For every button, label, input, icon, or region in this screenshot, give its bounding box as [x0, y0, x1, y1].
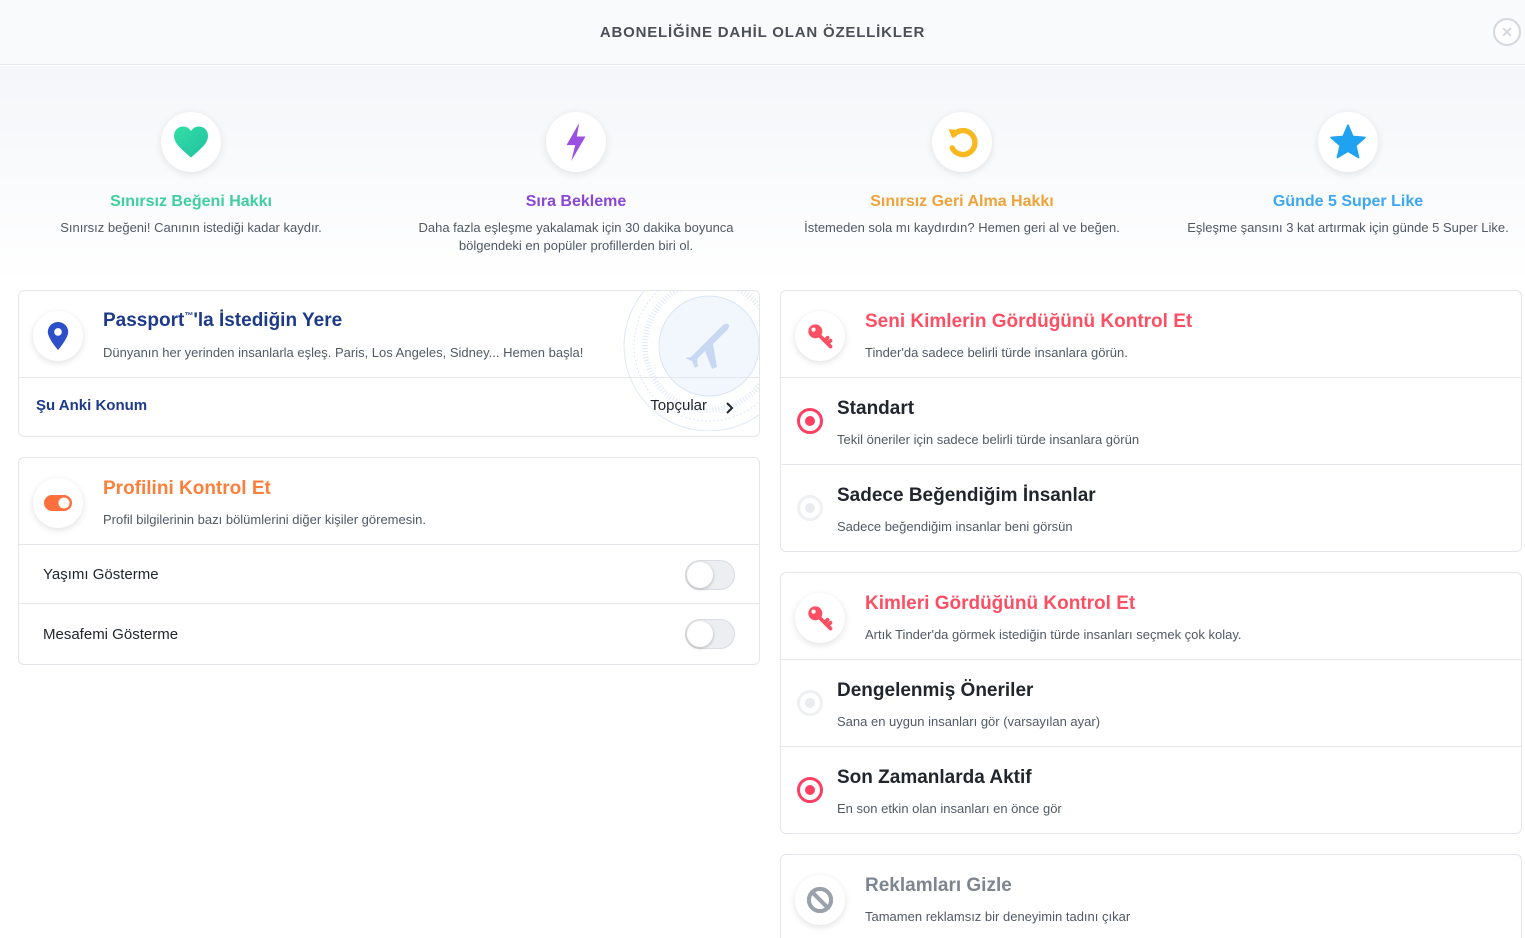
option-standard[interactable]: Standart Tekil öneriler için sadece beli…: [781, 378, 1521, 465]
feature-rewind: Sınırsız Geri Alma Hakkı İstemeden sola …: [777, 112, 1147, 237]
current-location-row[interactable]: Şu Anki Konum Topçular: [19, 378, 759, 436]
passport-header: Passport™'la İstediğin Yere Dünyanın her…: [19, 291, 759, 378]
hide-ads-card: Reklamları Gizle Tamamen reklamsız bir d…: [780, 854, 1522, 938]
feature-title: Sınırsız Beğeni Hakkı: [110, 193, 272, 210]
feature-super-like: Günde 5 Super Like Eşleşme şansını 3 kat…: [1163, 112, 1525, 237]
option-title: Son Zamanlarda Aktif: [837, 767, 1032, 788]
hide-age-label: Yaşımı Gösterme: [43, 566, 159, 583]
key-icon: [795, 311, 845, 361]
option-recently-active[interactable]: Son Zamanlarda Aktif En son etkin olan i…: [781, 747, 1521, 833]
option-title: Sadece Beğendiğim İnsanlar: [837, 485, 1096, 506]
radio-unselected-icon[interactable]: [797, 690, 823, 716]
feature-unlimited-likes: Sınırsız Beğeni Hakkı Sınırsız beğeni! C…: [6, 112, 376, 237]
page-title: ABONELİĞİNE DAHİL OLAN ÖZELLİKLER: [599, 23, 926, 41]
hide-distance-label: Mesafemi Gösterme: [43, 626, 179, 643]
option-title: Dengelenmiş Öneriler: [837, 680, 1034, 701]
close-icon: ✕: [1501, 23, 1513, 40]
profile-control-title: Profilini Kontrol Et: [103, 478, 271, 499]
profile-control-desc: Profil bilgilerinin bazı bölümlerini diğ…: [103, 512, 426, 527]
feature-boost: Sıra Bekleme Daha fazla eşleşme yakalama…: [391, 112, 761, 255]
option-balanced[interactable]: Dengelenmiş Öneriler Sana en uygun insan…: [781, 660, 1521, 747]
who-you-see-card: Kimleri Gördüğünü Kontrol Et Artık Tinde…: [780, 572, 1522, 834]
radio-unselected-icon[interactable]: [797, 495, 823, 521]
who-sees-you-header: Seni Kimlerin Gördüğünü Kontrol Et Tinde…: [781, 291, 1521, 378]
key-icon: [795, 593, 845, 643]
close-button[interactable]: ✕: [1493, 18, 1521, 46]
who-sees-you-card: Seni Kimlerin Gördüğünü Kontrol Et Tinde…: [780, 290, 1522, 552]
option-desc: En son etkin olan insanları en önce gör: [837, 801, 1062, 816]
header-bar: ABONELİĞİNE DAHİL OLAN ÖZELLİKLER ✕: [0, 0, 1525, 65]
feature-title: Günde 5 Super Like: [1272, 193, 1424, 210]
option-title: Standart: [837, 398, 915, 419]
option-desc: Sana en uygun insanları gör (varsayılan …: [837, 714, 1101, 729]
location-pin-icon: [33, 311, 83, 361]
hide-ads-desc: Tamamen reklamsız bir deneyimin tadını ç…: [865, 909, 1131, 924]
option-desc: Sadece beğendiğim insanlar beni görsün: [837, 519, 1073, 534]
feature-desc: Eşleşme şansını 3 kat artırmak için günd…: [1187, 220, 1509, 235]
who-sees-you-title: Seni Kimlerin Gördüğünü Kontrol Et: [865, 311, 1193, 332]
hide-age-row: Yaşımı Gösterme: [19, 545, 759, 604]
current-location-label: Şu Anki Konum: [36, 397, 148, 414]
hide-age-toggle[interactable]: [685, 560, 735, 590]
passport-title: Passport™'la İstediğin Yere: [103, 310, 343, 331]
profile-control-card: Profilini Kontrol Et Profil bilgilerinin…: [18, 457, 760, 665]
toggle-icon: [33, 478, 83, 528]
lightning-icon: [546, 112, 606, 172]
passport-desc: Dünyanın her yerinden insanlarla eşleş. …: [103, 345, 584, 360]
who-you-see-title: Kimleri Gördüğünü Kontrol Et: [865, 593, 1136, 614]
hide-distance-row: Mesafemi Gösterme: [19, 604, 759, 664]
who-you-see-desc: Artık Tinder'da görmek istediğin türde i…: [865, 627, 1242, 642]
radio-selected-icon[interactable]: [797, 777, 823, 803]
feature-title: Sıra Bekleme: [525, 193, 627, 210]
chevron-right-icon: [726, 402, 734, 414]
option-desc: Tekil öneriler için sadece belirli türde…: [837, 432, 1140, 447]
who-you-see-header: Kimleri Gördüğünü Kontrol Et Artık Tinde…: [781, 573, 1521, 660]
who-sees-you-desc: Tinder'da sadece belirli türde insanlara…: [865, 345, 1128, 360]
hide-ads-header: Reklamları Gizle Tamamen reklamsız bir d…: [781, 855, 1521, 938]
feature-title: Sınırsız Geri Alma Hakkı: [870, 193, 1054, 210]
option-only-liked[interactable]: Sadece Beğendiğim İnsanlar Sadece beğend…: [781, 465, 1521, 551]
feature-desc: Daha fazla eşleşme yakalamak için 30 dak…: [418, 220, 734, 253]
star-icon: [1318, 112, 1378, 172]
hide-distance-toggle[interactable]: [685, 619, 735, 649]
no-ads-icon: [795, 875, 845, 925]
profile-control-header: Profilini Kontrol Et Profil bilgilerinin…: [19, 458, 759, 545]
heart-icon: [161, 112, 221, 172]
feature-desc: Sınırsız beğeni! Canının istediği kadar …: [60, 220, 322, 235]
feature-desc: İstemeden sola mı kaydırdın? Hemen geri …: [804, 220, 1120, 235]
current-location-value: Topçular: [650, 397, 707, 414]
rewind-icon: [932, 112, 992, 172]
passport-card: Passport™'la İstediğin Yere Dünyanın her…: [18, 290, 760, 437]
hide-ads-title: Reklamları Gizle: [865, 875, 1012, 896]
radio-selected-icon[interactable]: [797, 408, 823, 434]
